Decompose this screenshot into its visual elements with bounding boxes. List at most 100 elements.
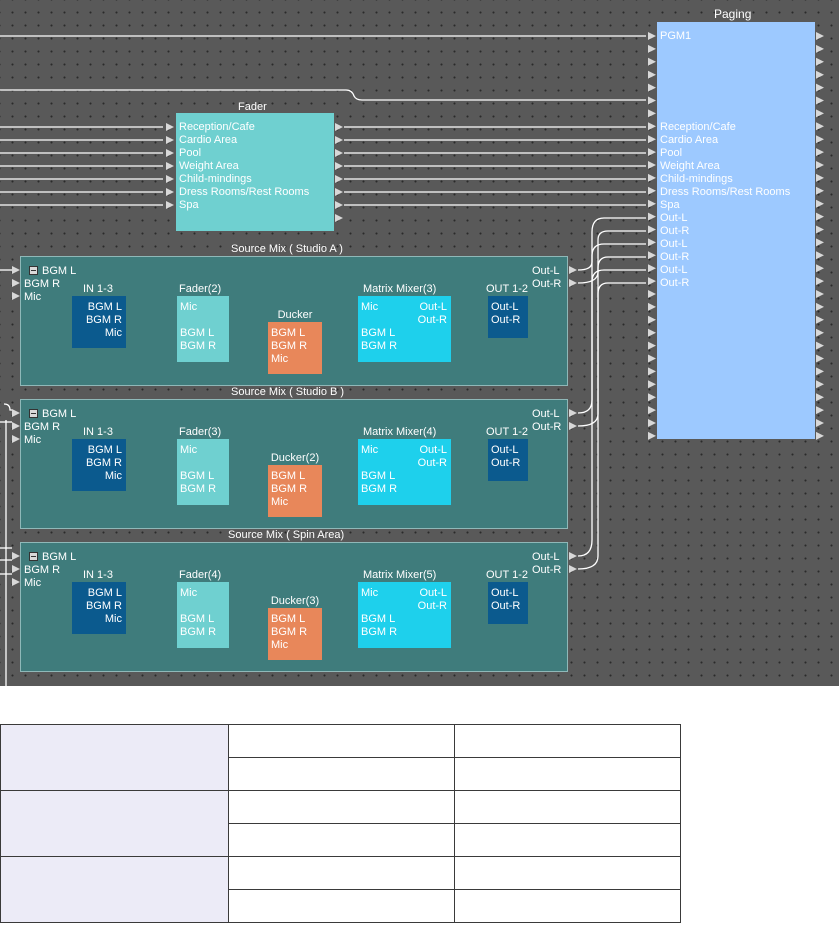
paging-input-port[interactable] [648,122,656,131]
paging-output-port[interactable] [816,264,824,273]
paging-input-port[interactable] [648,277,656,286]
paging-output-port[interactable] [816,57,824,66]
fader-block[interactable]: Mic BGM L BGM R [177,296,229,362]
ducker-block[interactable]: BGM L BGM R Mic [268,465,322,517]
fader-output-port[interactable] [335,123,343,131]
paging-input-port[interactable] [648,406,656,415]
paging-output-port[interactable] [816,173,824,182]
paging-input-port[interactable] [648,148,656,157]
paging-output-port[interactable] [816,251,824,260]
paging-output-port[interactable] [816,277,824,286]
in13-block[interactable]: BGM L BGM R Mic [72,296,126,348]
group-input-port[interactable] [12,422,20,430]
paging-input-port[interactable] [648,186,656,195]
group-output-port[interactable] [569,552,577,560]
paging-output-port[interactable] [816,161,824,169]
source-mix-group[interactable]: BGM L BGM R Mic Out-L Out-R IN 1-3 BGM L BGM RM… [20,542,568,672]
matrix-mixer-block[interactable]: Mic BGM L BGM R Out-L Out-R [358,296,451,362]
paging-input-port[interactable] [648,173,656,182]
paging-output-port[interactable] [816,44,824,53]
fader-block[interactable]: Reception/Cafe Cardio Area Pool Weight Area… [176,113,334,231]
ducker-block[interactable]: BGM L BGM R Mic [268,322,322,374]
matrix-mixer-block[interactable]: Mic BGM L BGM R Out-L Out-R [358,439,451,505]
group-output-port[interactable] [569,266,577,274]
paging-output-port[interactable] [816,122,824,131]
paging-output-port[interactable] [816,96,824,105]
paging-input-port[interactable] [648,44,656,53]
paging-input-port[interactable] [648,199,656,208]
paging-output-port[interactable] [816,367,824,376]
collapse-icon[interactable] [29,266,38,275]
fader-input-port[interactable] [166,149,174,157]
group-input-port[interactable] [12,409,20,417]
paging-input-port[interactable] [648,109,656,118]
paging-input-port[interactable] [648,264,656,273]
paging-output-port[interactable] [816,328,824,337]
fader-output-port[interactable] [335,136,343,144]
group-input-port[interactable] [12,266,20,274]
paging-output-port[interactable] [816,32,824,40]
paging-output-port[interactable] [816,212,824,221]
paging-output-port[interactable] [816,186,824,195]
in13-block[interactable]: BGM L BGM R Mic [72,439,126,491]
fader-input-port[interactable] [166,188,174,196]
paging-output-port[interactable] [816,380,824,389]
group-output-port[interactable] [569,409,577,417]
paging-block[interactable]: PGM1 Reception/Cafe Cardio Area Pool Weight … [657,22,815,439]
design-canvas[interactable]: Fader Reception/Cafe Cardio Area Pool Weigh… [0,0,839,686]
paging-input-port[interactable] [648,419,656,427]
paging-output-port[interactable] [816,393,824,402]
paging-input-port[interactable] [648,302,656,311]
fader-output-port[interactable] [335,188,343,196]
ducker-block[interactable]: BGM L BGM R Mic [268,608,322,660]
paging-output-port[interactable] [816,70,824,79]
fader-input-port[interactable] [166,136,174,144]
paging-output-port[interactable] [816,315,824,324]
paging-input-port[interactable] [648,96,656,105]
source-mix-group[interactable]: BGM L BGM R Mic Out-L Out-R IN 1-3 BGM L BGM RM… [20,256,568,386]
in13-block[interactable]: BGM L BGM R Mic [72,582,126,634]
group-input-port[interactable] [12,565,20,573]
group-input-port[interactable] [12,435,20,443]
paging-input-port[interactable] [648,83,656,92]
fader-output-port[interactable] [335,214,343,222]
paging-input-port[interactable] [648,380,656,389]
fader-input-port[interactable] [166,175,174,183]
paging-input-port[interactable] [648,251,656,260]
paging-output-port[interactable] [816,238,824,247]
paging-output-port[interactable] [816,302,824,311]
paging-input-port[interactable] [648,354,656,363]
out12-block[interactable]: Out-L Out-R [488,439,528,481]
paging-input-port[interactable] [648,431,656,440]
fader-input-port[interactable] [166,201,174,209]
paging-input-port[interactable] [648,135,656,144]
paging-output-port[interactable] [816,290,824,298]
fader-output-port[interactable] [335,149,343,157]
paging-output-port[interactable] [816,419,824,427]
fader-output-port[interactable] [335,162,343,170]
paging-output-port[interactable] [816,83,824,92]
fader-output-port[interactable] [335,175,343,183]
out12-block[interactable]: Out-L Out-R [488,296,528,338]
paging-input-port[interactable] [648,315,656,324]
paging-input-port[interactable] [648,393,656,402]
fader-input-port[interactable] [166,123,174,131]
group-input-port[interactable] [12,292,20,300]
paging-input-port[interactable] [648,328,656,337]
paging-input-port[interactable] [648,290,656,298]
group-output-port[interactable] [569,422,577,430]
group-input-port[interactable] [12,578,20,586]
paging-output-port[interactable] [816,199,824,208]
matrix-mixer-block[interactable]: Mic BGM L BGM R Out-L Out-R [358,582,451,648]
paging-input-port[interactable] [648,367,656,376]
out12-block[interactable]: Out-L Out-R [488,582,528,624]
group-output-port[interactable] [569,565,577,573]
paging-output-port[interactable] [816,341,824,350]
paging-output-port[interactable] [816,148,824,157]
paging-output-port[interactable] [816,109,824,118]
fader-block[interactable]: Mic BGM L BGM R [177,582,229,648]
paging-input-port[interactable] [648,212,656,221]
paging-input-port[interactable] [648,161,656,169]
paging-input-port[interactable] [648,57,656,66]
paging-input-port[interactable] [648,32,656,40]
